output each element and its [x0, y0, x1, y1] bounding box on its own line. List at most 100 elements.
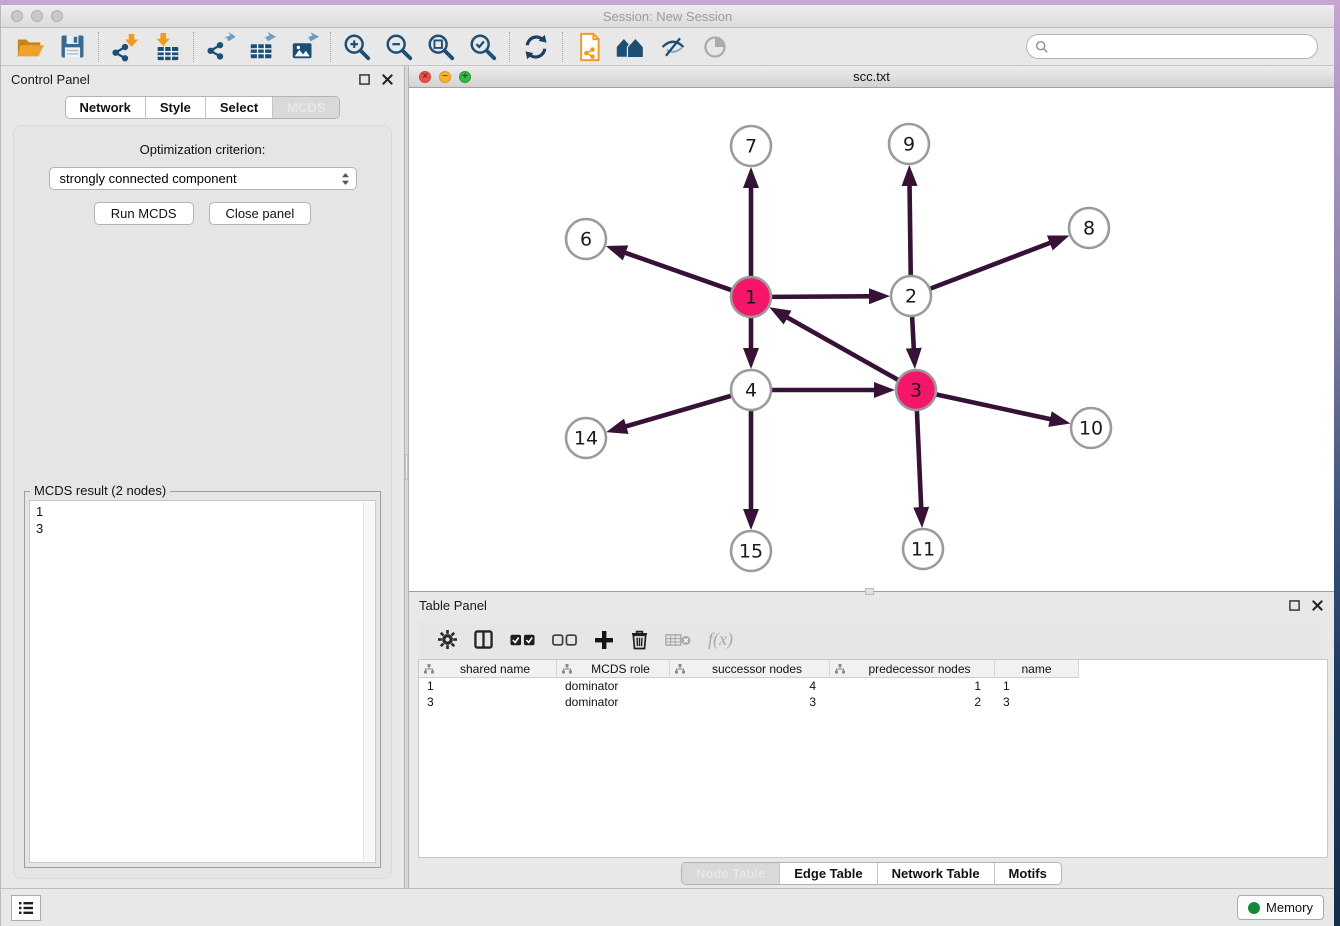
- tab-network-table[interactable]: Network Table: [877, 863, 994, 884]
- edge-2-3[interactable]: [912, 317, 914, 363]
- float-panel-button[interactable]: [358, 73, 371, 86]
- float-window-icon: [1289, 600, 1300, 611]
- table-panel: Table Panel: [409, 592, 1334, 888]
- mcds-result-text[interactable]: 13: [29, 500, 376, 863]
- create-column-button[interactable]: [594, 625, 614, 655]
- table-header-row: shared nameMCDS rolesuccessor nodesprede…: [419, 660, 1327, 678]
- select-all-columns-button[interactable]: [510, 625, 535, 655]
- table-settings-button[interactable]: [438, 625, 457, 655]
- column-header-name[interactable]: name: [995, 660, 1079, 678]
- hierarchy-icon: [424, 664, 434, 674]
- close-panel-button[interactable]: [381, 73, 394, 86]
- fx-icon: f(x): [708, 629, 733, 650]
- first-neighbors-button[interactable]: [610, 30, 652, 64]
- task-history-button[interactable]: [11, 895, 41, 921]
- splitter-grip[interactable]: [405, 454, 408, 480]
- close-table-panel-button[interactable]: [1311, 599, 1324, 612]
- tab-edge-table[interactable]: Edge Table: [779, 863, 876, 884]
- cell-name[interactable]: 3: [995, 694, 1079, 710]
- zoom-fit-button[interactable]: [420, 30, 462, 64]
- close-panel-action-button[interactable]: Close panel: [209, 202, 312, 225]
- tab-style[interactable]: Style: [145, 97, 205, 118]
- edge-1-2[interactable]: [772, 296, 884, 297]
- table-row[interactable]: 1dominator411: [419, 678, 1327, 694]
- node-table[interactable]: shared nameMCDS rolesuccessor nodesprede…: [418, 659, 1328, 858]
- edge-1-6[interactable]: [611, 248, 731, 290]
- criterion-value: strongly connected component: [60, 171, 341, 186]
- cell-successor-nodes[interactable]: 4: [670, 678, 830, 694]
- search-field[interactable]: [1026, 34, 1318, 59]
- zoom-selected-button[interactable]: [462, 30, 504, 64]
- network-from-selection-button[interactable]: [568, 30, 610, 64]
- cell-MCDS-role[interactable]: dominator: [557, 694, 670, 710]
- edge-4-14[interactable]: [612, 396, 731, 431]
- apply-layout-button[interactable]: [515, 30, 557, 64]
- window-title: Session: New Session: [1, 9, 1334, 24]
- cell-name[interactable]: 1: [995, 678, 1079, 694]
- edge-3-10[interactable]: [937, 394, 1065, 422]
- toolbar-separator: [193, 32, 194, 62]
- homes-icon: [615, 34, 647, 60]
- float-table-panel-button[interactable]: [1288, 599, 1301, 612]
- tab-motifs[interactable]: Motifs: [994, 863, 1061, 884]
- edge-3-11[interactable]: [917, 411, 922, 522]
- zoom-out-button[interactable]: [378, 30, 420, 64]
- export-network-button[interactable]: [199, 30, 241, 64]
- column-header-successor-nodes[interactable]: successor nodes: [670, 660, 830, 678]
- horizontal-splitter-grip[interactable]: [865, 588, 874, 595]
- mcds-result-title: MCDS result (2 nodes): [30, 483, 170, 498]
- export-table-button[interactable]: [241, 30, 283, 64]
- delete-table-button: [665, 625, 691, 655]
- cell-shared-name[interactable]: 3: [419, 694, 557, 710]
- graph-node-label-1: 1: [745, 287, 757, 309]
- edge-2-8[interactable]: [931, 238, 1064, 289]
- graph-node-label-3: 3: [910, 380, 922, 402]
- zoom-in-button[interactable]: [336, 30, 378, 64]
- checked-boxes-icon: [510, 634, 535, 646]
- open-file-button[interactable]: [9, 30, 51, 64]
- import-network-button[interactable]: [104, 30, 146, 64]
- tab-network[interactable]: Network: [66, 97, 145, 118]
- graph-node-label-14: 14: [574, 428, 598, 450]
- save-session-button[interactable]: [51, 30, 93, 64]
- tab-node-table[interactable]: Node Table: [682, 863, 779, 884]
- search-input[interactable]: [1054, 39, 1309, 54]
- desktop-background-right: [1334, 0, 1340, 926]
- export-image-button[interactable]: [283, 30, 325, 64]
- cell-shared-name[interactable]: 1: [419, 678, 557, 694]
- show-column-panel-button[interactable]: [474, 625, 493, 655]
- search-icon: [1035, 40, 1049, 54]
- graph-node-label-6: 6: [580, 229, 592, 251]
- column-header-shared-name[interactable]: shared name: [419, 660, 557, 678]
- cell-successor-nodes[interactable]: 3: [670, 694, 830, 710]
- tab-select[interactable]: Select: [205, 97, 272, 118]
- column-header-MCDS-role[interactable]: MCDS role: [557, 660, 670, 678]
- table-row[interactable]: 3dominator323: [419, 694, 1327, 710]
- column-header-predecessor-nodes[interactable]: predecessor nodes: [830, 660, 995, 678]
- edge-3-1[interactable]: [775, 310, 898, 379]
- scrollbar-track[interactable]: [363, 502, 374, 861]
- run-mcds-button[interactable]: Run MCDS: [94, 202, 194, 225]
- tab-mcds[interactable]: MCDS: [272, 97, 339, 118]
- open-folder-icon: [15, 33, 45, 61]
- cell-predecessor-nodes[interactable]: 1: [830, 678, 995, 694]
- show-hide-button[interactable]: [652, 30, 694, 64]
- control-panel: Control Panel NetworkStyleSelectMCDS Opt: [1, 66, 404, 888]
- deselect-all-columns-button[interactable]: [552, 625, 577, 655]
- window-titlebar: Session: New Session: [1, 5, 1334, 28]
- criterion-dropdown[interactable]: strongly connected component: [49, 167, 357, 190]
- status-bar: Memory: [1, 888, 1334, 926]
- cell-MCDS-role[interactable]: dominator: [557, 678, 670, 694]
- export-table-icon: [247, 32, 277, 62]
- cell-predecessor-nodes[interactable]: 2: [830, 694, 995, 710]
- graph-node-label-2: 2: [905, 286, 917, 308]
- graph-node-label-4: 4: [745, 380, 757, 402]
- table-panel-header: Table Panel: [409, 592, 1334, 618]
- delete-column-button[interactable]: [631, 625, 648, 655]
- memory-button[interactable]: Memory: [1237, 895, 1324, 920]
- network-canvas[interactable]: 1234678910111415: [409, 88, 1335, 591]
- edge-2-9[interactable]: [909, 171, 910, 275]
- network-canvas-area[interactable]: 1234678910111415: [409, 88, 1334, 591]
- network-window-titlebar[interactable]: × − + scc.txt: [409, 66, 1334, 88]
- import-table-button[interactable]: [146, 30, 188, 64]
